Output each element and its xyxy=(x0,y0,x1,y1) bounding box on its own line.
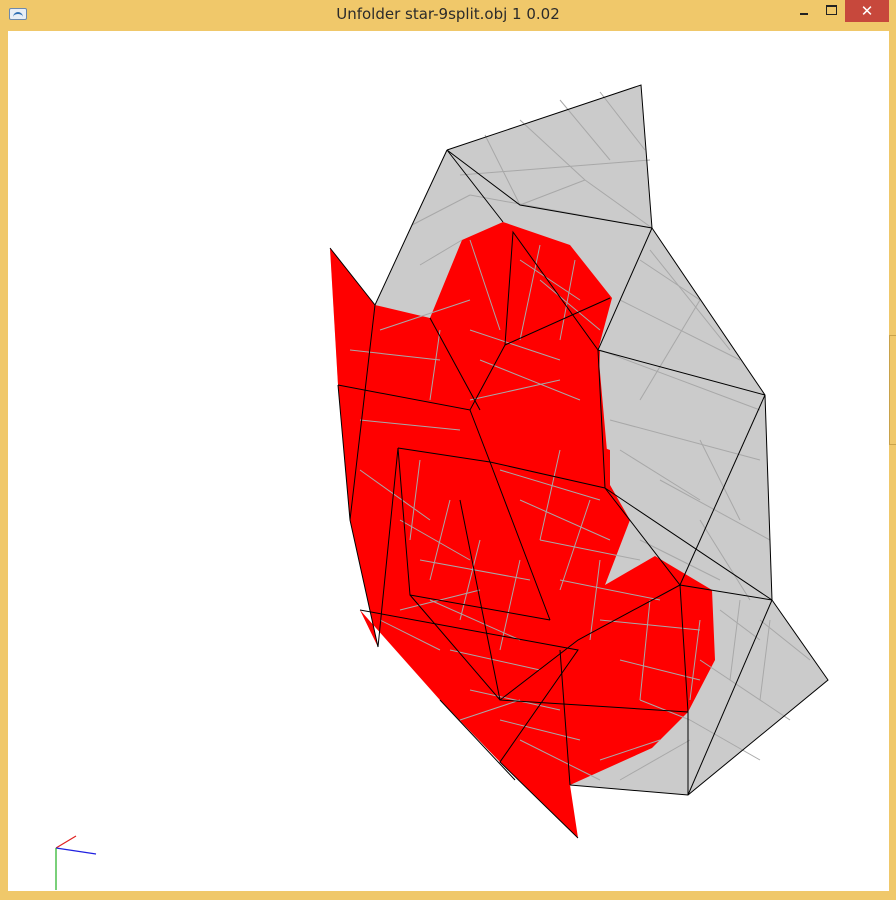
maximize-icon xyxy=(826,5,837,15)
app-window: Unfolder star-9split.obj 1 0.02 ✕ xyxy=(0,0,896,900)
minimize-button[interactable] xyxy=(790,0,818,22)
side-resize-handle[interactable] xyxy=(889,335,896,445)
axis-x-line xyxy=(55,835,77,849)
window-title: Unfolder star-9split.obj 1 0.02 xyxy=(336,5,560,23)
close-icon: ✕ xyxy=(860,2,874,20)
3d-viewport[interactable] xyxy=(8,31,889,891)
axis-gizmo xyxy=(55,835,97,890)
title-bar[interactable]: Unfolder star-9split.obj 1 0.02 ✕ xyxy=(0,0,896,30)
mesh-canvas[interactable] xyxy=(8,31,889,891)
axis-z-line xyxy=(55,847,97,855)
minimize-icon xyxy=(800,13,808,15)
close-button[interactable]: ✕ xyxy=(845,0,889,22)
maximize-button[interactable] xyxy=(817,0,845,22)
